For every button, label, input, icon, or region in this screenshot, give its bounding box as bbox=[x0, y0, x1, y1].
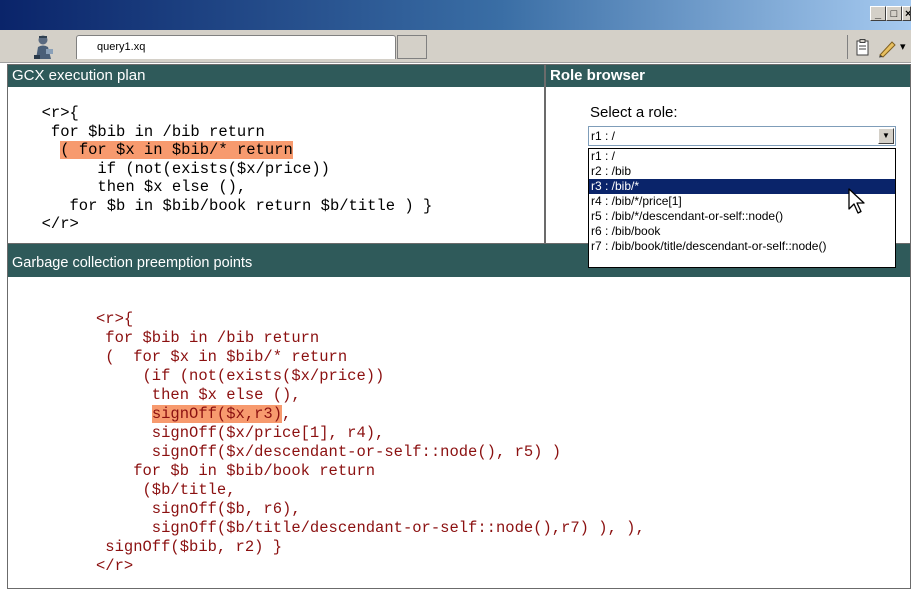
code-line: (if (not(exists($x/price)) bbox=[96, 367, 385, 385]
pencil-icon[interactable] bbox=[876, 38, 898, 58]
code-line: ($b/title, bbox=[96, 481, 236, 499]
plan-code: <r>{ for $bib in /bib return ( for $x in… bbox=[23, 104, 433, 234]
garbage-collection-panel: Garbage collection preemption points <r>… bbox=[7, 243, 911, 589]
code-line: <r>{ bbox=[96, 310, 134, 328]
code-line: then $x else (), bbox=[96, 386, 301, 404]
tab-new[interactable] bbox=[397, 35, 427, 59]
code-line: </r> bbox=[23, 215, 79, 233]
code-line: signOff($b, r6), bbox=[96, 500, 301, 518]
code-line: </r> bbox=[96, 557, 134, 575]
panel-title: Role browser bbox=[546, 65, 910, 87]
code-line: signOff($bib, r2) } bbox=[96, 538, 283, 556]
clipboard-icon[interactable] bbox=[854, 38, 872, 58]
code-punctuation: , bbox=[282, 405, 292, 423]
role-select-value: r1 : / bbox=[591, 129, 616, 143]
mouse-pointer-icon bbox=[847, 187, 871, 217]
role-option[interactable]: r6 : /bib/book bbox=[589, 224, 895, 239]
gc-code: <r>{ for $bib in /bib return ( for $x in… bbox=[96, 310, 645, 576]
code-line: for $bib in /bib return bbox=[23, 122, 265, 141]
role-option[interactable]: r7 : /bib/book/title/descendant-or-self:… bbox=[589, 239, 895, 254]
role-select[interactable]: r1 : / ▼ bbox=[588, 126, 896, 146]
code-line: signOff($x/price[1], r4), bbox=[96, 424, 385, 442]
highlighted-code: ( for $x in $bib/* return bbox=[60, 141, 293, 159]
chevron-down-icon[interactable]: ▼ bbox=[878, 128, 894, 144]
code-line: for $b in $bib/book return $b/title ) } bbox=[23, 196, 433, 215]
code-line-highlighted: signOff($x,r3), bbox=[96, 405, 291, 423]
role-option[interactable]: r1 : / bbox=[589, 149, 895, 164]
code-line: signOff($x/descendant-or-self::node(), r… bbox=[96, 443, 562, 461]
close-button[interactable]: × bbox=[902, 6, 911, 21]
toolbar-menu-arrow[interactable]: ▾ bbox=[900, 40, 911, 54]
panel-title: GCX execution plan bbox=[8, 65, 544, 87]
code-line: then $x else (), bbox=[23, 178, 247, 196]
code-line: for $bib in /bib return bbox=[96, 329, 320, 347]
code-line: ( for $x in $bib/* return bbox=[96, 348, 348, 366]
user-icon[interactable] bbox=[28, 33, 58, 61]
code-line: signOff($b/title/descendant-or-self::nod… bbox=[96, 519, 645, 537]
code-line: <r>{ bbox=[23, 104, 79, 122]
maximize-button[interactable]: □ bbox=[886, 6, 902, 21]
code-line: if (not(exists($x/price)) bbox=[23, 159, 330, 178]
execution-plan-panel: GCX execution plan <r>{ for $bib in /bib… bbox=[7, 64, 545, 244]
role-option[interactable]: r2 : /bib bbox=[589, 164, 895, 179]
select-role-label: Select a role: bbox=[590, 104, 678, 121]
code-line-highlighted: ( for $x in $bib/* return bbox=[23, 141, 293, 159]
code-line: for $b in $bib/book return bbox=[96, 462, 376, 480]
window-title-bar[interactable] bbox=[0, 0, 911, 30]
minimize-button[interactable]: _ bbox=[870, 6, 886, 21]
highlighted-code: signOff($x,r3) bbox=[151, 405, 283, 423]
toolbar-separator bbox=[847, 35, 848, 59]
tab-query1[interactable]: query1.xq bbox=[76, 35, 396, 59]
